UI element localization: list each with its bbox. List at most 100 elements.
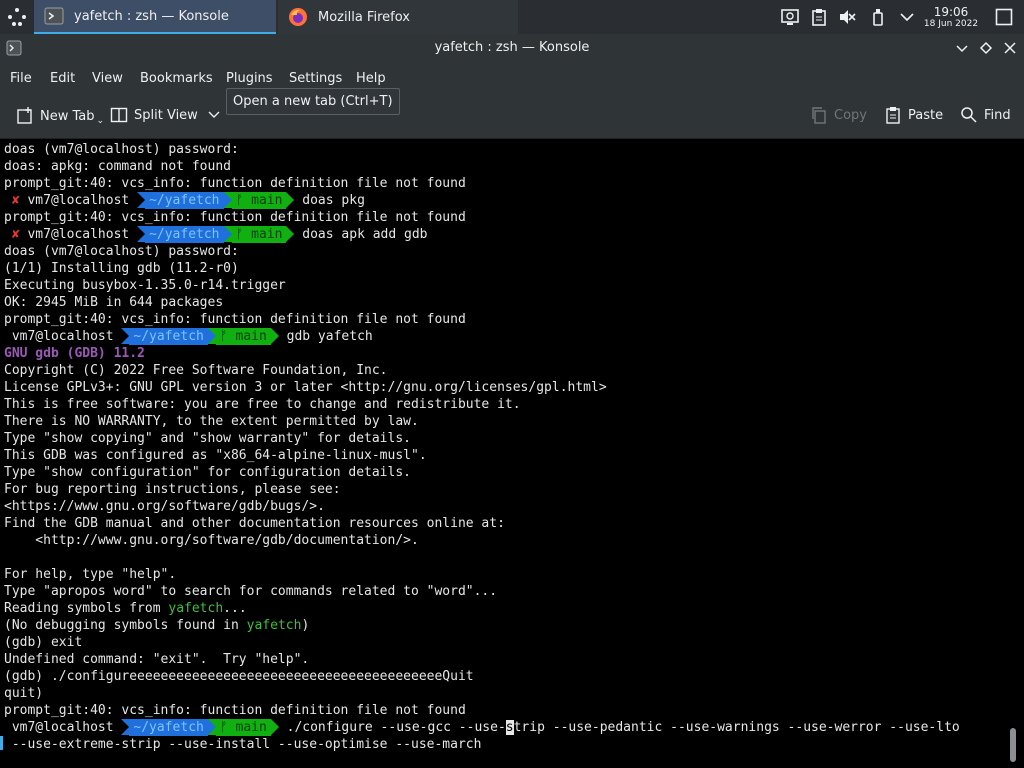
prompt-separator — [137, 192, 146, 208]
terminal-text: Executing busybox-1.35.0-r14.trigger — [4, 278, 286, 293]
terminal-line: doas (vm7@localhost) password: — [4, 141, 239, 158]
screen-share-icon — [781, 9, 799, 25]
task-konsole[interactable]: yafetch : zsh — Konsole — [34, 0, 276, 34]
terminal-line: vm7@localhost ~/yafetch ᚠ main gdb yafetc… — [4, 328, 373, 345]
prompt-user: vm7@localhost — [27, 193, 130, 208]
terminal-text: License GPLv3+: GNU GPL version 3 or lat… — [4, 380, 607, 395]
terminal-text: There is NO WARRANTY, to the extent perm… — [4, 414, 419, 429]
terminal-line: OK: 2945 MiB in 644 packages — [4, 294, 223, 311]
chevron-down-icon[interactable] — [208, 111, 220, 119]
terminal-line: Type "show configuration" for configurat… — [4, 464, 411, 481]
terminal-text: This GDB was configured as "x86_64-alpin… — [4, 448, 427, 463]
task-label: Mozilla Firefox — [318, 9, 410, 25]
terminal-text: Undefined command: "exit". Try "help". — [4, 652, 310, 667]
error-cross-icon: ✘ — [4, 193, 28, 208]
terminal-line: For help, type "help". — [4, 566, 176, 583]
prompt-separator — [270, 719, 279, 735]
window-title: yafetch : zsh — Konsole — [434, 40, 590, 55]
terminal-line: (gdb) ./configureeeeeeeeeeeeeeeeeeeeeeee… — [4, 668, 474, 685]
terminal-text: quit) — [4, 686, 44, 701]
terminal-line: <http://www.gnu.org/software/gdb/documen… — [4, 532, 419, 549]
toolbar: New Tab ⌄ Split View Copy Paste Find — [0, 94, 1024, 139]
terminal-text: This is free software: you are free to c… — [4, 397, 521, 412]
clipboard-icon — [812, 9, 826, 26]
prompt-separator — [207, 328, 216, 344]
terminal-text: (gdb) ./configureeeeeeeeeeeeeeeeeeeeeeee… — [4, 669, 474, 684]
terminal-line: doas: apkg: command not found — [4, 158, 231, 175]
paste-button[interactable]: Paste — [884, 106, 943, 124]
terminal-line: quit) — [4, 685, 43, 702]
terminal-text: OK: 2945 MiB in 644 packages — [4, 295, 224, 310]
terminal-text: (gdb) exit — [4, 635, 83, 650]
prompt-separator — [286, 192, 295, 208]
prompt-git-branch: ᚠ main — [231, 192, 287, 209]
menu-view[interactable]: View — [92, 71, 123, 86]
terminal-text: For bug reporting instructions, please s… — [4, 482, 341, 497]
new-tab-icon — [17, 107, 32, 124]
terminal-line: (No debugging symbols found in yafetch) — [4, 617, 309, 634]
terminal-view[interactable]: doas (vm7@localhost) password: doas: apkg… — [0, 139, 1010, 768]
prompt-separator — [223, 226, 232, 242]
terminal-line: prompt_git:40: vcs_info: function defini… — [4, 209, 466, 226]
menu-file[interactable]: File — [10, 71, 32, 86]
new-tab-button[interactable]: New Tab ⌄ — [16, 106, 104, 126]
prompt-command: doas apk add gdb — [302, 227, 428, 242]
volume-tray[interactable] — [836, 0, 858, 34]
konsole-icon — [44, 7, 64, 25]
terminal-line: Undefined command: "exit". Try "help". — [4, 651, 309, 668]
terminal-text: prompt_git:40: vcs_info: function defini… — [4, 210, 466, 225]
prompt-separator — [121, 328, 130, 344]
terminal-text: ) — [301, 618, 310, 633]
prompt-path: ~/yafetch — [129, 328, 208, 345]
prompt-path: ~/yafetch — [145, 226, 224, 243]
app-launcher-icon[interactable] — [6, 6, 28, 28]
clock[interactable]: 19:06 18 Jun 2022 — [922, 6, 980, 30]
prompt-command: gdb yafetch — [286, 329, 373, 344]
prompt-git-branch: ᚠ main — [215, 328, 271, 345]
menubar: File Edit View Bookmarks Plugins Setting… — [0, 62, 1024, 94]
menu-plugins[interactable]: Plugins — [226, 71, 273, 86]
prompt-command: trip --use-pedantic --use-warnings --use… — [513, 720, 960, 735]
terminal-line: GNU gdb (GDB) 11.2 — [4, 345, 145, 362]
taskbar: yafetch : zsh — Konsole Mozilla Firefox … — [0, 0, 1024, 34]
terminal-line: ✘ vm7@localhost ~/yafetch ᚠ main doas apk… — [4, 226, 428, 243]
terminal-text: prompt_git:40: vcs_info: function defini… — [4, 703, 466, 718]
task-firefox[interactable]: Mozilla Firefox — [278, 0, 518, 34]
terminal-text: doas (vm7@localhost) password: — [4, 244, 239, 259]
split-view-icon — [110, 107, 128, 123]
menu-edit[interactable]: Edit — [50, 71, 75, 86]
terminal-text: doas (vm7@localhost) password: — [4, 142, 239, 157]
terminal-text: Type "show configuration" for configurat… — [4, 465, 411, 480]
clock-date: 18 Jun 2022 — [923, 19, 979, 29]
new-tab-dropdown-icon[interactable]: ⌄ — [97, 116, 105, 126]
find-button[interactable]: Find — [960, 106, 1011, 124]
split-view-button[interactable]: Split View — [110, 106, 226, 124]
menu-help[interactable]: Help — [356, 71, 386, 86]
window-titlebar[interactable]: yafetch : zsh — Konsole — [0, 34, 1024, 62]
prompt-separator — [207, 719, 216, 735]
terminal-text: doas: apkg: command not found — [4, 159, 231, 174]
close-icon[interactable] — [1002, 40, 1018, 56]
text-cursor: s — [505, 720, 514, 735]
prompt-command: ./configure --use-gcc --use- — [286, 720, 506, 735]
usb-device-icon — [873, 9, 883, 26]
minimize-icon[interactable] — [954, 40, 970, 56]
tray-expand[interactable] — [896, 0, 918, 34]
terminal-scrollbar[interactable] — [1010, 728, 1016, 762]
terminal-text: (1/1) Installing gdb (11.2-r0) — [4, 261, 239, 276]
prompt-path: ~/yafetch — [145, 192, 224, 209]
prompt-user: vm7@localhost — [11, 329, 114, 344]
show-desktop[interactable] — [992, 0, 1016, 34]
device-tray[interactable] — [868, 0, 888, 34]
prompt-path: ~/yafetch — [129, 719, 208, 736]
maximize-icon[interactable] — [978, 40, 994, 56]
menu-settings[interactable]: Settings — [289, 71, 342, 86]
terminal-line: (1/1) Installing gdb (11.2-r0) — [4, 260, 239, 277]
prompt-separator — [137, 226, 146, 242]
menu-bookmarks[interactable]: Bookmarks — [140, 71, 213, 86]
chevron-down-icon — [900, 13, 914, 22]
clipboard-tray[interactable] — [778, 0, 802, 34]
copy-button[interactable]: Copy — [810, 106, 867, 124]
prompt-separator — [121, 719, 130, 735]
clipboard-tray-item[interactable] — [808, 0, 830, 34]
